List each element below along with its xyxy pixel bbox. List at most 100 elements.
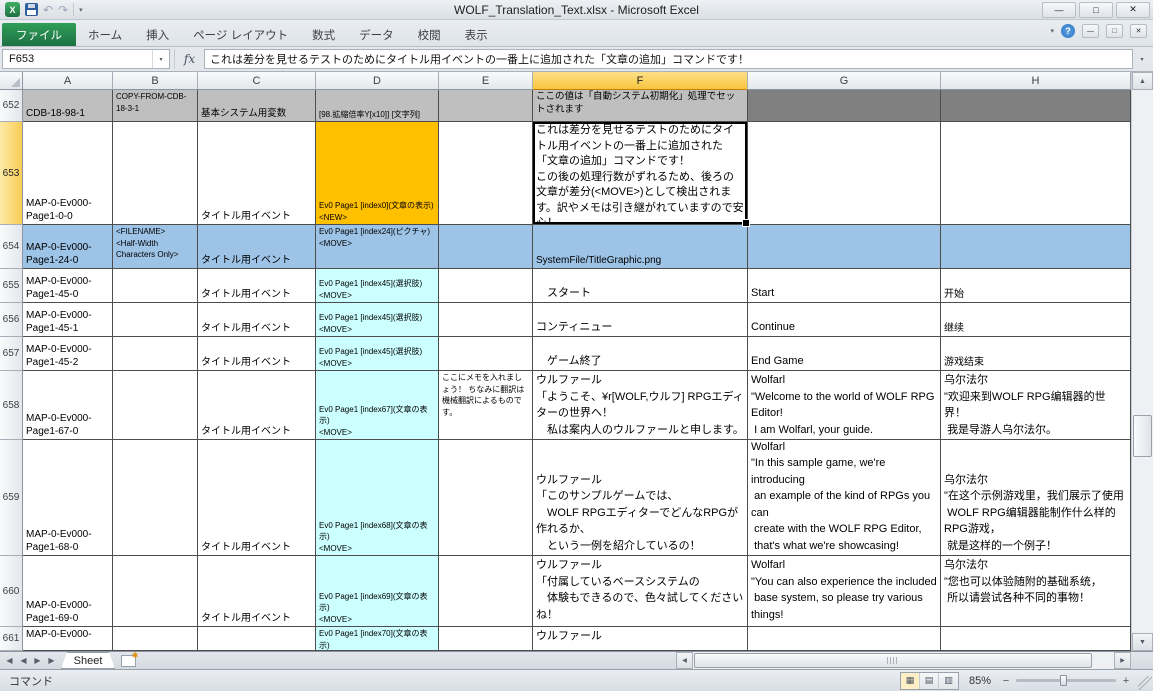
cell-G652[interactable] — [748, 90, 941, 122]
scroll-down-icon[interactable]: ▼ — [1132, 633, 1153, 651]
cell-C652[interactable]: 基本システム用変数 — [198, 90, 316, 122]
cell-H655[interactable]: 开始 — [941, 269, 1131, 303]
column-header-D[interactable]: D — [316, 72, 439, 90]
workbook-close-button[interactable]: ✕ — [1130, 24, 1147, 38]
cell-D655[interactable]: Ev0 Page1 [index45](選択肢) <MOVE> — [316, 269, 439, 303]
cell-E657[interactable] — [439, 337, 533, 371]
cell-B653[interactable] — [113, 122, 198, 225]
save-icon[interactable] — [25, 3, 38, 16]
cell-D661[interactable]: Ev0 Page1 [index70](文章の表示) — [316, 627, 439, 651]
cell-F659[interactable]: ウルファール 「このサンプルゲームでは、 WOLF RPGエディターでどんなRP… — [533, 440, 748, 556]
zoom-in-button[interactable]: + — [1121, 675, 1131, 687]
scroll-up-icon[interactable]: ▲ — [1132, 72, 1153, 90]
ribbon-tab-review[interactable]: 校閲 — [406, 23, 453, 46]
formula-input[interactable]: これは差分を見せるテストのためにタイトル用イベントの一番上に追加された「文章の追… — [204, 49, 1133, 69]
ribbon-tab-home[interactable]: ホーム — [76, 23, 134, 46]
first-sheet-icon[interactable]: ◀ — [3, 656, 16, 665]
column-header-F[interactable]: F — [533, 72, 748, 90]
redo-icon[interactable]: ↷ — [58, 4, 68, 16]
cell-H660[interactable]: 乌尔法尔 "您也可以体验随附的基础系统， 所以请尝试各种不同的事物！ — [941, 556, 1131, 627]
next-sheet-icon[interactable]: ▶ — [31, 656, 44, 665]
cell-H656[interactable]: 继续 — [941, 303, 1131, 337]
cell-G653[interactable] — [748, 122, 941, 225]
cell-G661[interactable] — [748, 627, 941, 651]
cell-F655[interactable]: スタート — [533, 269, 748, 303]
cell-F653[interactable]: これは差分を見せるテストのためにタイトル用イベントの一番上に追加された「文章の追… — [533, 122, 750, 227]
cell-A654[interactable]: MAP-0-Ev000- Page1-24-0 — [23, 225, 113, 269]
ribbon-tab-page-layout[interactable]: ページ レイアウト — [181, 23, 300, 46]
cell-E656[interactable] — [439, 303, 533, 337]
row-header-658[interactable]: 658 — [0, 371, 23, 440]
cell-D658[interactable]: Ev0 Page1 [index67](文章の表示) <MOVE> — [316, 371, 439, 440]
maximize-button[interactable]: □ — [1079, 1, 1113, 18]
ribbon-tab-formulas[interactable]: 数式 — [300, 23, 347, 46]
cell-C655[interactable]: タイトル用イベント — [198, 269, 316, 303]
undo-icon[interactable]: ↶ — [43, 4, 53, 16]
cell-C653[interactable]: タイトル用イベント — [198, 122, 316, 225]
page-layout-view-button[interactable]: ▤ — [920, 672, 939, 689]
column-header-E[interactable]: E — [439, 72, 533, 90]
cell-F652[interactable]: ここの値は「自動システム初期化」処理でセットされます — [533, 90, 748, 122]
cell-A661[interactable]: MAP-0-Ev000- — [23, 627, 113, 651]
cell-D660[interactable]: Ev0 Page1 [index69](文章の表示) <MOVE> — [316, 556, 439, 627]
cell-E658[interactable]: ここにメモを入れましょう！ ちなみに翻訳は機械翻訳によるものです。 — [439, 371, 533, 440]
cell-H652[interactable] — [941, 90, 1131, 122]
cell-E659[interactable] — [439, 440, 533, 556]
cell-E654[interactable] — [439, 225, 533, 269]
cell-F656[interactable]: コンティニュー — [533, 303, 748, 337]
cell-H659[interactable]: 乌尔法尔 "在这个示例游戏里，我们展示了使用 WOLF RPG编辑器能制作什么样… — [941, 440, 1131, 556]
scroll-right-icon[interactable]: ▶ — [1114, 652, 1131, 669]
ribbon-tab-data[interactable]: データ — [347, 23, 406, 46]
cell-C660[interactable]: タイトル用イベント — [198, 556, 316, 627]
cell-B658[interactable] — [113, 371, 198, 440]
row-header-655[interactable]: 655 — [0, 269, 23, 303]
row-header-660[interactable]: 660 — [0, 556, 23, 627]
cell-B654[interactable]: <FILENAME> <Half-Width Characters Only> — [113, 225, 198, 269]
row-header-661[interactable]: 661 — [0, 627, 23, 651]
cell-F660[interactable]: ウルファール 「付属しているベースシステムの 体験もできるので、色々試してくださ… — [533, 556, 748, 627]
zoom-slider[interactable]: − + — [1001, 675, 1131, 687]
cell-D654[interactable]: Ev0 Page1 [index24](ピクチャ) <MOVE> — [316, 225, 439, 269]
formula-bar-expand-icon[interactable]: ▾ — [1133, 56, 1151, 63]
cell-D653[interactable]: Ev0 Page1 [index0](文章の表示) <NEW> — [316, 122, 439, 225]
last-sheet-icon[interactable]: ▶ — [45, 656, 58, 665]
excel-app-icon[interactable]: X — [5, 2, 20, 17]
cell-C654[interactable]: タイトル用イベント — [198, 225, 316, 269]
cell-C659[interactable]: タイトル用イベント — [198, 440, 316, 556]
cell-D656[interactable]: Ev0 Page1 [index45](選択肢) <MOVE> — [316, 303, 439, 337]
cell-C658[interactable]: タイトル用イベント — [198, 371, 316, 440]
cell-C657[interactable]: タイトル用イベント — [198, 337, 316, 371]
cell-B661[interactable] — [113, 627, 198, 651]
cell-G659[interactable]: Wolfarl "In this sample game, we're intr… — [748, 440, 941, 556]
column-header-H[interactable]: H — [941, 72, 1131, 90]
scroll-left-icon[interactable]: ◀ — [676, 652, 693, 669]
column-header-B[interactable]: B — [113, 72, 198, 90]
cell-A657[interactable]: MAP-0-Ev000- Page1-45-2 — [23, 337, 113, 371]
page-break-preview-button[interactable]: ▥ — [939, 673, 958, 689]
cell-A659[interactable]: MAP-0-Ev000- Page1-68-0 — [23, 440, 113, 556]
cell-F661[interactable]: ウルファール — [533, 627, 748, 651]
cell-G660[interactable]: Wolfarl "You can also experience the inc… — [748, 556, 941, 627]
insert-worksheet-button[interactable]: ✱ — [115, 651, 141, 669]
cell-E661[interactable] — [439, 627, 533, 651]
zoom-slider-thumb[interactable] — [1060, 675, 1067, 686]
cell-D659[interactable]: Ev0 Page1 [index68](文章の表示) <MOVE> — [316, 440, 439, 556]
name-box[interactable]: F653 ▾ — [2, 49, 170, 69]
zoom-slider-track[interactable] — [1016, 675, 1116, 686]
cell-G654[interactable] — [748, 225, 941, 269]
ribbon-collapse-icon[interactable]: ▾ — [1050, 27, 1054, 35]
cell-A660[interactable]: MAP-0-Ev000- Page1-69-0 — [23, 556, 113, 627]
column-header-A[interactable]: A — [23, 72, 113, 90]
cell-A656[interactable]: MAP-0-Ev000- Page1-45-1 — [23, 303, 113, 337]
cell-C661[interactable] — [198, 627, 316, 651]
cell-D657[interactable]: Ev0 Page1 [index45](選択肢) <MOVE> — [316, 337, 439, 371]
cell-E653[interactable] — [439, 122, 533, 225]
sheet-tab-sheet[interactable]: Sheet — [61, 652, 115, 669]
row-header-657[interactable]: 657 — [0, 337, 23, 371]
vertical-scroll-thumb[interactable] — [1133, 415, 1152, 457]
row-header-653[interactable]: 653 — [0, 122, 23, 225]
cell-H653[interactable] — [941, 122, 1131, 225]
cell-A655[interactable]: MAP-0-Ev000- Page1-45-0 — [23, 269, 113, 303]
minimize-button[interactable]: — — [1042, 1, 1076, 18]
column-header-G[interactable]: G — [748, 72, 941, 90]
